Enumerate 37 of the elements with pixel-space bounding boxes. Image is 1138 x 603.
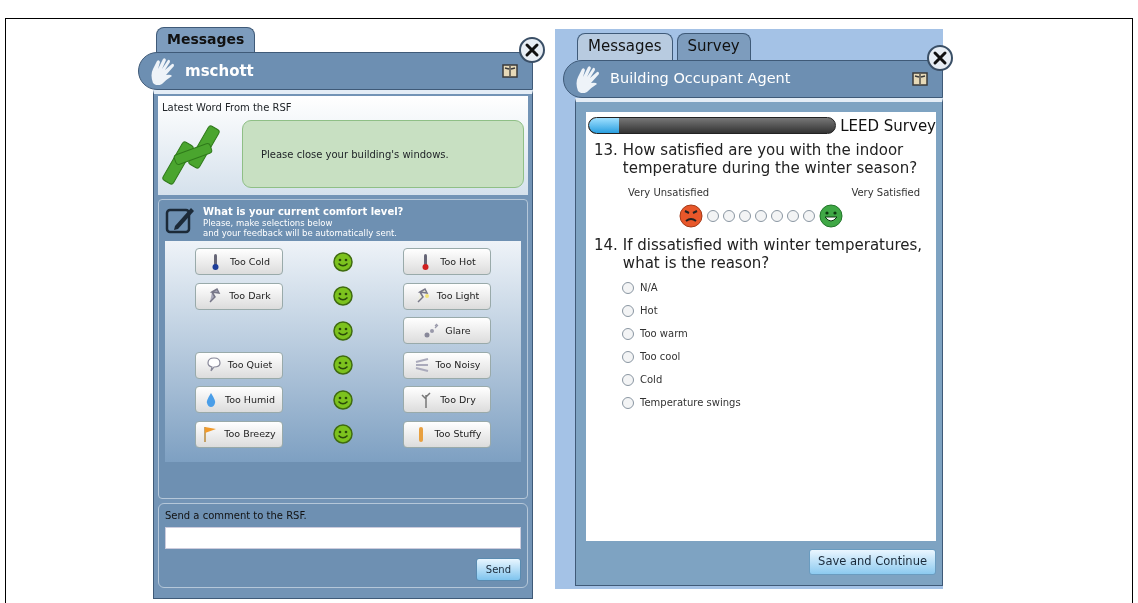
- option-label: Hot: [640, 304, 658, 318]
- progress-label: LEED Survey: [840, 115, 936, 137]
- comfort-button[interactable]: Too Stuffy: [403, 420, 491, 448]
- tab[interactable]: Messages: [577, 33, 673, 60]
- instruction-text: Please, make selections below: [203, 219, 334, 229]
- tab[interactable]: Messages: [156, 27, 256, 52]
- question-text: How satisfied are you with the indoor temperature during the winter season?: [622, 141, 919, 177]
- comment-label: Send a comment to the RSF.: [165, 508, 308, 523]
- section-title: Latest Word From the RSF: [162, 101, 293, 115]
- comfort-question: What is your current comfort level?: [203, 205, 404, 219]
- comfort-button[interactable]: Too Cold: [195, 248, 283, 276]
- comfort-button[interactable]: Glare: [403, 317, 491, 345]
- comfort-button[interactable]: Too Quiet: [195, 351, 283, 379]
- comfort-button[interactable]: Too Noisy: [403, 351, 491, 379]
- comfort-button[interactable]: Too Humid: [195, 386, 283, 414]
- save-button[interactable]: Save and Continue: [809, 549, 936, 575]
- option-label: Cold: [640, 373, 663, 387]
- comfort-button[interactable]: Too Breezy: [195, 420, 283, 448]
- option-label: Too warm: [640, 327, 688, 341]
- tab[interactable]: Survey: [676, 33, 751, 60]
- comfort-button[interactable]: Too Dark: [195, 282, 283, 310]
- agent-name: Building Occupant Agent: [610, 68, 792, 88]
- comfort-button[interactable]: Too Dry: [403, 386, 491, 414]
- question-number: 13.: [594, 141, 618, 161]
- send-button[interactable]: Send: [475, 557, 521, 581]
- instruction-text: and your feedback will be automatically sent.: [203, 228, 399, 239]
- option-label: Temperature swings: [640, 396, 741, 410]
- comfort-button[interactable]: Too Hot: [403, 248, 491, 276]
- comfort-button[interactable]: Too Light: [403, 282, 491, 310]
- scale-label: Very Unsatisfied: [628, 186, 710, 200]
- scale-label: Very Satisfied: [851, 186, 920, 200]
- question-text: If dissatisfied with winter temperatures, what is the reason?: [622, 236, 924, 272]
- user-name: mschott: [185, 60, 255, 82]
- question-number: 14.: [594, 236, 618, 256]
- option-label: N/A: [640, 281, 658, 295]
- option-label: Too cool: [640, 350, 681, 364]
- speech-bubble: Please close your building's windows.: [242, 120, 524, 188]
